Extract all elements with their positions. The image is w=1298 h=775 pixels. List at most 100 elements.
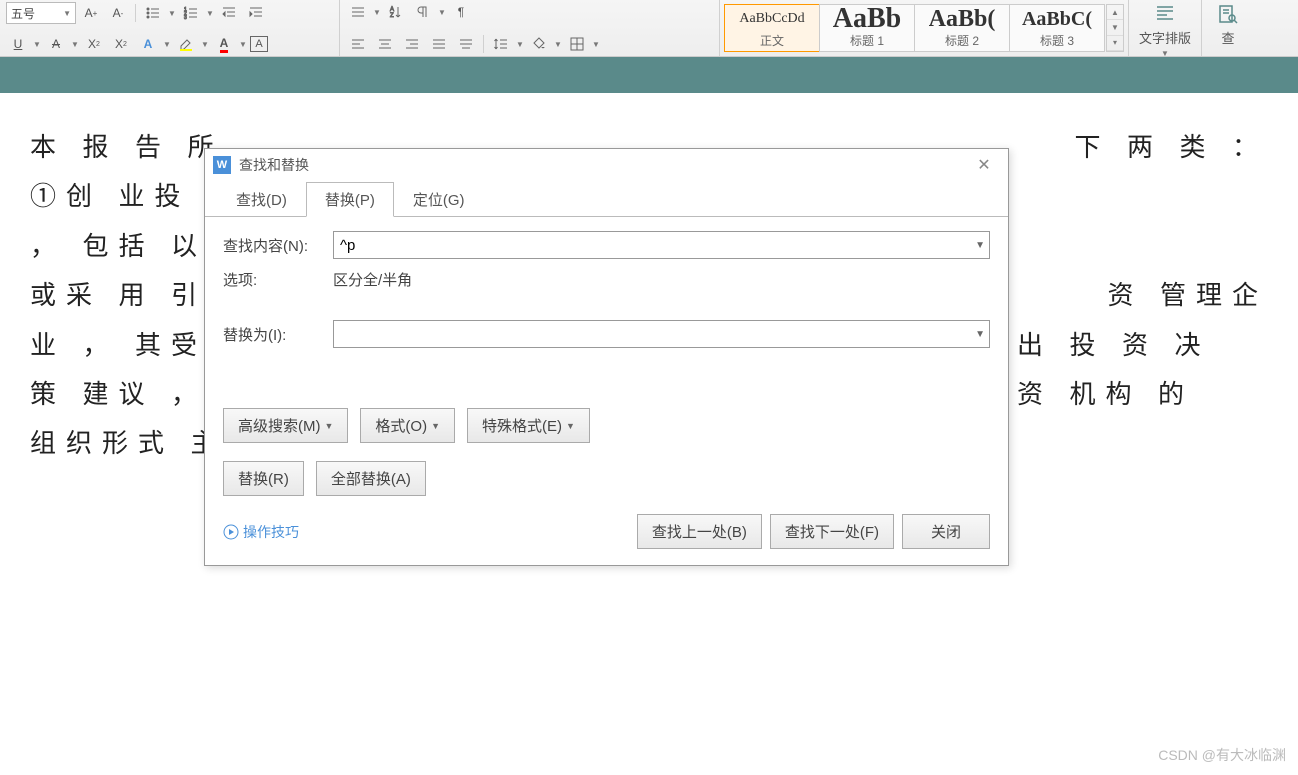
dialog-tabs: 查找(D) 替换(P) 定位(G) xyxy=(205,181,1008,216)
decrease-font-icon[interactable]: A- xyxy=(106,3,130,23)
underline-icon[interactable]: U xyxy=(6,34,30,54)
bullet-list-icon[interactable] xyxy=(141,3,165,23)
options-label: 选项: xyxy=(223,269,333,290)
find-band: 查 xyxy=(1202,0,1254,56)
chevron-down-icon[interactable]: ▼ xyxy=(975,329,985,340)
paragraph-band: ▼ AZ ▼ ¶ ▼ ▼ ▼ xyxy=(340,0,720,56)
text-layout-label: 文字排版 xyxy=(1139,28,1191,47)
chevron-down-icon[interactable]: ▼ xyxy=(206,3,214,23)
sort-icon[interactable]: AZ xyxy=(384,2,408,22)
replace-all-button[interactable]: 全部替换(A) xyxy=(316,461,426,496)
paragraph-mark-icon[interactable]: ¶ xyxy=(449,2,473,22)
close-icon[interactable]: ✕ xyxy=(968,151,1000,179)
align-left-icon[interactable] xyxy=(346,34,370,54)
doc-line: 或采 用 引 xyxy=(30,271,207,320)
find-label: 查找内容(N): xyxy=(223,235,333,256)
text-layout-button[interactable]: 文字排版 ▼ xyxy=(1135,2,1195,58)
font-size-combo[interactable]: 五号▼ xyxy=(6,2,76,24)
ribbon-toolbar: 五号▼ A+ A- ▼ 123▼ U▼ A▼ X2 X2 A▼ ▼ A▼ A ▼… xyxy=(0,0,1298,57)
styles-gallery[interactable]: AaBbCcDd 正文 AaBb 标题 1 AaBb( 标题 2 AaBbC( … xyxy=(724,4,1124,52)
show-marks-icon[interactable] xyxy=(411,2,435,22)
tab-goto[interactable]: 定位(G) xyxy=(394,182,484,217)
style-name: 标题 3 xyxy=(1040,32,1074,50)
align-right-icon[interactable] xyxy=(400,34,424,54)
advanced-search-button[interactable]: 高级搜索(M) ▼ xyxy=(223,408,348,443)
chevron-down-icon[interactable]: ▼ xyxy=(201,34,209,54)
chevron-down-icon[interactable]: ▼ xyxy=(168,3,176,23)
chevron-down-icon[interactable]: ▼ xyxy=(554,34,562,54)
align-distribute-icon[interactable] xyxy=(454,34,478,54)
format-button[interactable]: 格式(O) ▼ xyxy=(360,408,455,443)
styles-band: AaBbCcDd 正文 AaBb 标题 1 AaBb( 标题 2 AaBbC( … xyxy=(720,0,1129,56)
tab-icon[interactable] xyxy=(346,2,370,22)
text-effects-icon[interactable]: A xyxy=(136,34,160,54)
line-spacing-icon[interactable] xyxy=(489,34,513,54)
tips-link[interactable]: 操作技巧 xyxy=(223,522,299,542)
tab-find[interactable]: 查找(D) xyxy=(217,182,306,217)
style-preview: AaBbC( xyxy=(1022,6,1092,32)
options-value: 区分全/半角 xyxy=(333,269,412,290)
dialog-footer: 操作技巧 查找上一处(B) 查找下一处(F) 关闭 xyxy=(205,506,1008,565)
strikethrough-icon[interactable]: A xyxy=(44,34,68,54)
play-icon xyxy=(223,524,239,540)
chevron-down-icon[interactable]: ▼ xyxy=(163,34,171,54)
close-button[interactable]: 关闭 xyxy=(902,514,990,549)
doc-line: 本 报 告 所 xyxy=(30,123,224,172)
style-name: 正文 xyxy=(760,32,784,50)
doc-line: 下 两 类 ： xyxy=(1074,123,1268,172)
font-band: 五号▼ A+ A- ▼ 123▼ U▼ A▼ X2 X2 A▼ ▼ A▼ A xyxy=(0,0,340,56)
superscript-icon[interactable]: X2 xyxy=(82,34,106,54)
svg-text:Z: Z xyxy=(390,13,394,19)
find-input[interactable]: ^p▼ xyxy=(333,231,990,259)
replace-label: 替换为(I): xyxy=(223,324,333,345)
find-button[interactable]: 查 xyxy=(1208,2,1248,47)
number-list-icon[interactable]: 123 xyxy=(179,3,203,23)
align-justify-icon[interactable] xyxy=(427,34,451,54)
find-next-button[interactable]: 查找下一处(F) xyxy=(770,514,894,549)
char-border-icon[interactable]: A xyxy=(250,36,268,52)
style-h3[interactable]: AaBbC( 标题 3 xyxy=(1009,4,1105,52)
increase-font-icon[interactable]: A+ xyxy=(79,3,103,23)
dialog-body: 查找内容(N): ^p▼ 选项: 区分全/半角 替换为(I): ▼ 高级搜索(M… xyxy=(205,216,1008,506)
replace-input[interactable]: ▼ xyxy=(333,320,990,348)
subscript-icon[interactable]: X2 xyxy=(109,34,133,54)
style-preview: AaBb xyxy=(833,6,901,32)
style-normal[interactable]: AaBbCcDd 正文 xyxy=(724,4,820,52)
align-center-icon[interactable] xyxy=(373,34,397,54)
style-h2[interactable]: AaBb( 标题 2 xyxy=(914,4,1010,52)
style-h1[interactable]: AaBb 标题 1 xyxy=(819,4,915,52)
style-preview: AaBb( xyxy=(929,6,996,32)
ruler-strip xyxy=(0,57,1298,93)
style-preview: AaBbCcDd xyxy=(739,6,804,32)
special-format-button[interactable]: 特殊格式(E) ▼ xyxy=(467,408,590,443)
highlight-icon[interactable] xyxy=(174,34,198,54)
chevron-down-icon[interactable]: ▼ xyxy=(239,34,247,54)
separator xyxy=(483,35,484,53)
doc-line: 资 管理企 xyxy=(1107,271,1268,320)
indent-left-icon[interactable] xyxy=(217,3,241,23)
replace-button[interactable]: 替换(R) xyxy=(223,461,304,496)
chevron-down-icon[interactable]: ▼ xyxy=(71,34,79,54)
watermark: CSDN @有大冰临渊 xyxy=(1158,745,1286,765)
chevron-down-icon[interactable]: ▼ xyxy=(516,34,524,54)
font-color-icon[interactable]: A xyxy=(212,34,236,54)
separator xyxy=(135,4,136,22)
layout-band: 文字排版 ▼ xyxy=(1129,0,1202,56)
chevron-down-icon[interactable]: ▼ xyxy=(975,240,985,251)
indent-right-icon[interactable] xyxy=(244,3,268,23)
shading-icon[interactable] xyxy=(527,34,551,54)
chevron-down-icon[interactable]: ▼ xyxy=(592,34,600,54)
style-scroll[interactable]: ▲▼▾ xyxy=(1106,4,1124,52)
find-prev-button[interactable]: 查找上一处(B) xyxy=(637,514,762,549)
style-name: 标题 2 xyxy=(945,32,979,50)
chevron-down-icon[interactable]: ▼ xyxy=(438,2,446,22)
find-replace-dialog: W 查找和替换 ✕ 查找(D) 替换(P) 定位(G) 查找内容(N): ^p▼… xyxy=(204,148,1009,566)
chevron-down-icon[interactable]: ▼ xyxy=(33,34,41,54)
svg-text:3: 3 xyxy=(184,15,187,21)
chevron-down-icon[interactable]: ▼ xyxy=(373,2,381,22)
style-name: 标题 1 xyxy=(850,32,884,50)
borders-icon[interactable] xyxy=(565,34,589,54)
app-icon: W xyxy=(213,156,231,174)
dialog-titlebar[interactable]: W 查找和替换 ✕ xyxy=(205,149,1008,181)
tab-replace[interactable]: 替换(P) xyxy=(306,182,394,217)
